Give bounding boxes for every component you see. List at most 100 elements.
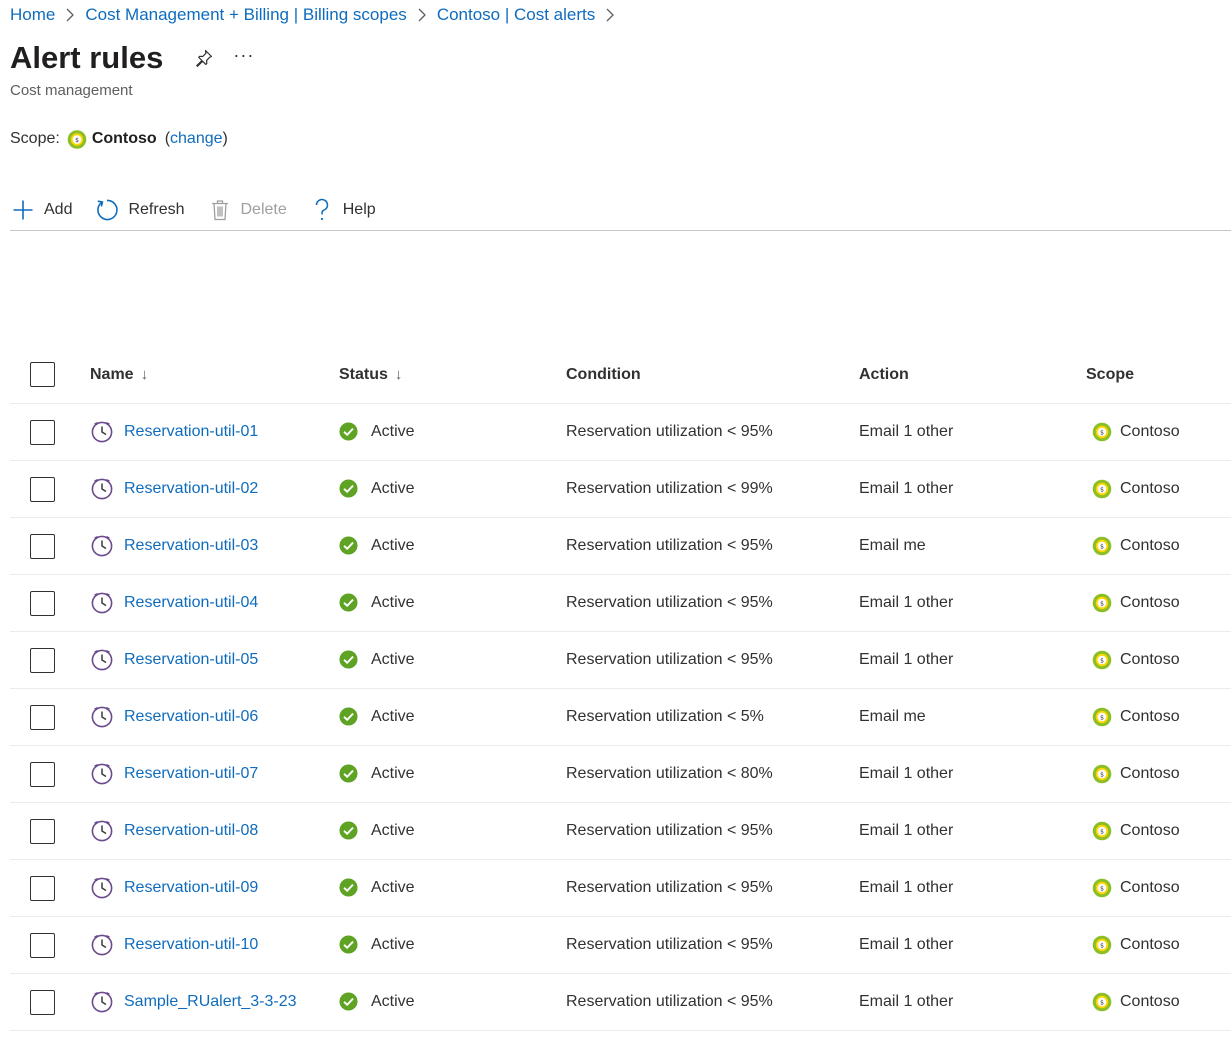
table-row[interactable]: Reservation-util-10 Active Reservation u… xyxy=(10,917,1231,974)
help-button[interactable]: Help xyxy=(309,192,376,228)
column-condition-label: Condition xyxy=(566,365,641,383)
clock-icon xyxy=(90,648,114,672)
check-circle-icon xyxy=(339,764,359,784)
clock-icon xyxy=(90,762,114,786)
condition-text: Reservation utilization < 95% xyxy=(566,822,773,839)
clock-icon xyxy=(90,933,114,957)
scope-text: Contoso xyxy=(1120,822,1180,839)
row-checkbox[interactable] xyxy=(30,818,55,844)
column-header-status[interactable]: Status ↓ xyxy=(339,366,566,384)
row-checkbox[interactable] xyxy=(30,704,55,730)
name-cell: Sample_RUalert_3-3-23 xyxy=(90,990,339,1014)
alert-rule-name-link[interactable]: Sample_RUalert_3-3-23 xyxy=(124,993,297,1011)
row-checkbox[interactable] xyxy=(30,419,55,445)
table-row[interactable]: Reservation-util-02 Active Reservation u… xyxy=(10,461,1231,518)
alert-rule-name-link[interactable]: Reservation-util-05 xyxy=(124,651,258,669)
table-row[interactable]: Reservation-util-03 Active Reservation u… xyxy=(10,518,1231,575)
alert-rule-name-link[interactable]: Reservation-util-10 xyxy=(124,936,258,954)
trash-icon xyxy=(207,197,233,223)
name-cell: Reservation-util-02 xyxy=(90,477,339,501)
row-checkbox[interactable] xyxy=(30,989,55,1015)
condition-cell: Reservation utilization < 80% xyxy=(566,765,859,783)
alert-rule-name-link[interactable]: Reservation-util-08 xyxy=(124,822,258,840)
name-cell: Reservation-util-08 xyxy=(90,819,339,843)
delete-button[interactable]: Delete xyxy=(207,192,287,228)
clock-icon xyxy=(90,705,114,729)
check-circle-icon xyxy=(339,878,359,898)
action-cell: Email 1 other xyxy=(859,594,1086,612)
svg-text:$: $ xyxy=(1100,600,1104,607)
scope-cell: $ Contoso xyxy=(1086,536,1231,556)
row-checkbox[interactable] xyxy=(30,476,55,502)
row-select-cell xyxy=(10,533,90,559)
column-header-scope[interactable]: Scope xyxy=(1086,366,1231,384)
scope-text: Contoso xyxy=(1120,594,1180,611)
column-header-name[interactable]: Name ↓ xyxy=(90,366,339,384)
table-row[interactable]: Reservation-util-09 Active Reservation u… xyxy=(10,860,1231,917)
alert-rule-name-link[interactable]: Reservation-util-01 xyxy=(124,423,258,441)
alert-rule-name-link[interactable]: Reservation-util-02 xyxy=(124,480,258,498)
check-circle-icon xyxy=(339,422,359,442)
refresh-button[interactable]: Refresh xyxy=(94,192,185,228)
column-header-action[interactable]: Action xyxy=(859,366,1086,384)
condition-cell: Reservation utilization < 95% xyxy=(566,423,859,441)
table-row[interactable]: Reservation-util-07 Active Reservation u… xyxy=(10,746,1231,803)
status-text: Active xyxy=(371,822,415,839)
row-select-cell xyxy=(10,419,90,445)
alert-rule-name-link[interactable]: Reservation-util-03 xyxy=(124,537,258,555)
column-status-label: Status xyxy=(339,365,388,383)
action-cell: Email 1 other xyxy=(859,936,1086,954)
table-row[interactable]: Reservation-util-05 Active Reservation u… xyxy=(10,632,1231,689)
billing-scope-icon: $ xyxy=(1092,479,1112,499)
column-header-condition[interactable]: Condition xyxy=(566,366,859,384)
status-text: Active xyxy=(371,651,415,668)
billing-scope-icon: $ xyxy=(1092,593,1112,613)
row-select-cell xyxy=(10,704,90,730)
breadcrumb-home[interactable]: Home xyxy=(10,5,55,25)
condition-text: Reservation utilization < 80% xyxy=(566,765,773,782)
status-cell: Active xyxy=(339,479,566,499)
row-checkbox[interactable] xyxy=(30,761,55,787)
sort-arrow-down-icon: ↓ xyxy=(394,366,403,383)
select-all-checkbox[interactable] xyxy=(30,362,55,387)
alert-rule-name-link[interactable]: Reservation-util-04 xyxy=(124,594,258,612)
clock-icon xyxy=(90,420,114,444)
action-cell: Email 1 other xyxy=(859,879,1086,897)
table-row[interactable]: Sample_RUalert_3-3-23 Active Reservation… xyxy=(10,974,1231,1031)
row-checkbox[interactable] xyxy=(30,533,55,559)
table-row[interactable]: Reservation-util-01 Active Reservation u… xyxy=(10,404,1231,461)
pin-icon[interactable] xyxy=(193,47,215,69)
scope-name: Contoso xyxy=(91,130,157,147)
name-cell: Reservation-util-05 xyxy=(90,648,339,672)
name-cell: Reservation-util-03 xyxy=(90,534,339,558)
clock-icon xyxy=(90,990,114,1014)
question-icon xyxy=(309,197,335,223)
alert-rule-name-link[interactable]: Reservation-util-09 xyxy=(124,879,258,897)
billing-scope-icon: $ xyxy=(1092,650,1112,670)
row-checkbox[interactable] xyxy=(30,875,55,901)
row-checkbox[interactable] xyxy=(30,932,55,958)
condition-cell: Reservation utilization < 95% xyxy=(566,537,859,555)
action-cell: Email 1 other xyxy=(859,993,1086,1011)
scope-cell: $ Contoso xyxy=(1086,878,1231,898)
table-row[interactable]: Reservation-util-06 Active Reservation u… xyxy=(10,689,1231,746)
name-cell: Reservation-util-04 xyxy=(90,591,339,615)
table-row[interactable]: Reservation-util-04 Active Reservation u… xyxy=(10,575,1231,632)
status-text: Active xyxy=(371,480,415,497)
row-checkbox[interactable] xyxy=(30,590,55,616)
action-cell: Email me xyxy=(859,537,1086,555)
breadcrumb-billing-scopes[interactable]: Cost Management + Billing | Billing scop… xyxy=(85,5,406,25)
breadcrumb-cost-alerts[interactable]: Contoso | Cost alerts xyxy=(437,5,595,25)
condition-cell: Reservation utilization < 95% xyxy=(566,822,859,840)
alert-rule-name-link[interactable]: Reservation-util-07 xyxy=(124,765,258,783)
change-scope-link[interactable]: change xyxy=(170,130,223,147)
clock-icon xyxy=(90,819,114,843)
add-button[interactable]: Add xyxy=(10,192,72,228)
more-options-icon[interactable]: ··· xyxy=(233,45,254,66)
alert-rule-name-link[interactable]: Reservation-util-06 xyxy=(124,708,258,726)
scope-cell: $ Contoso xyxy=(1086,764,1231,784)
svg-text:$: $ xyxy=(1100,885,1104,892)
table-row[interactable]: Reservation-util-08 Active Reservation u… xyxy=(10,803,1231,860)
clock-icon xyxy=(90,591,114,615)
row-checkbox[interactable] xyxy=(30,647,55,673)
